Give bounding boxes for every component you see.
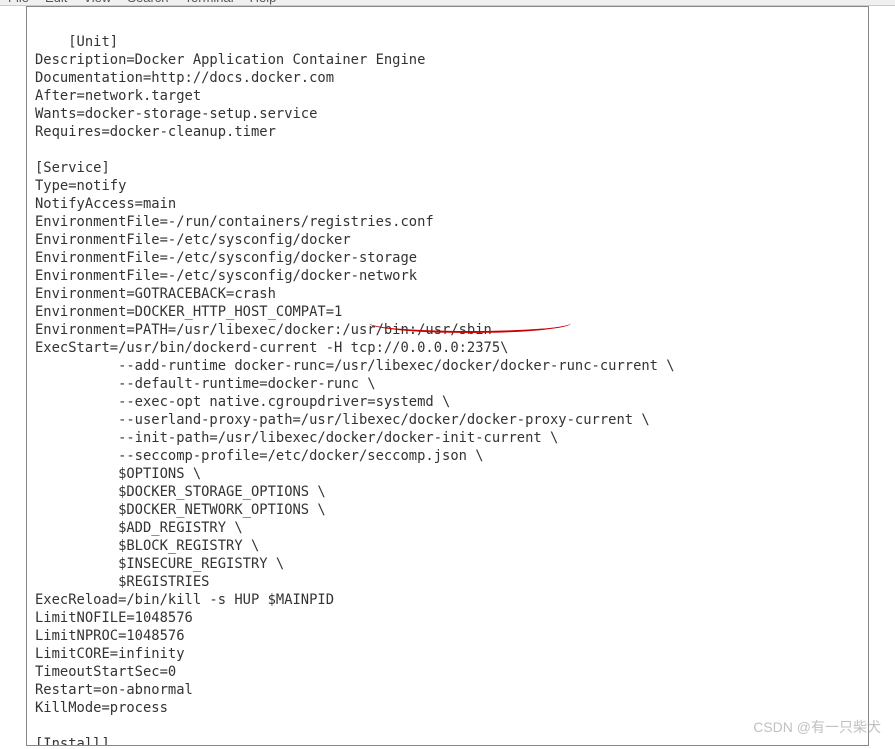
- menu-item-edit[interactable]: Edit: [45, 0, 67, 5]
- red-underline-annotation: [369, 323, 571, 333]
- menu-item-terminal[interactable]: Terminal: [185, 0, 234, 5]
- menu-item-file[interactable]: File: [8, 0, 29, 5]
- menu-item-help[interactable]: Help: [250, 0, 277, 5]
- menu-item-search[interactable]: Search: [127, 0, 168, 5]
- terminal-window: [Unit] Description=Docker Application Co…: [26, 6, 869, 746]
- menu-item-view[interactable]: View: [83, 0, 111, 5]
- terminal-content[interactable]: [Unit] Description=Docker Application Co…: [27, 7, 868, 746]
